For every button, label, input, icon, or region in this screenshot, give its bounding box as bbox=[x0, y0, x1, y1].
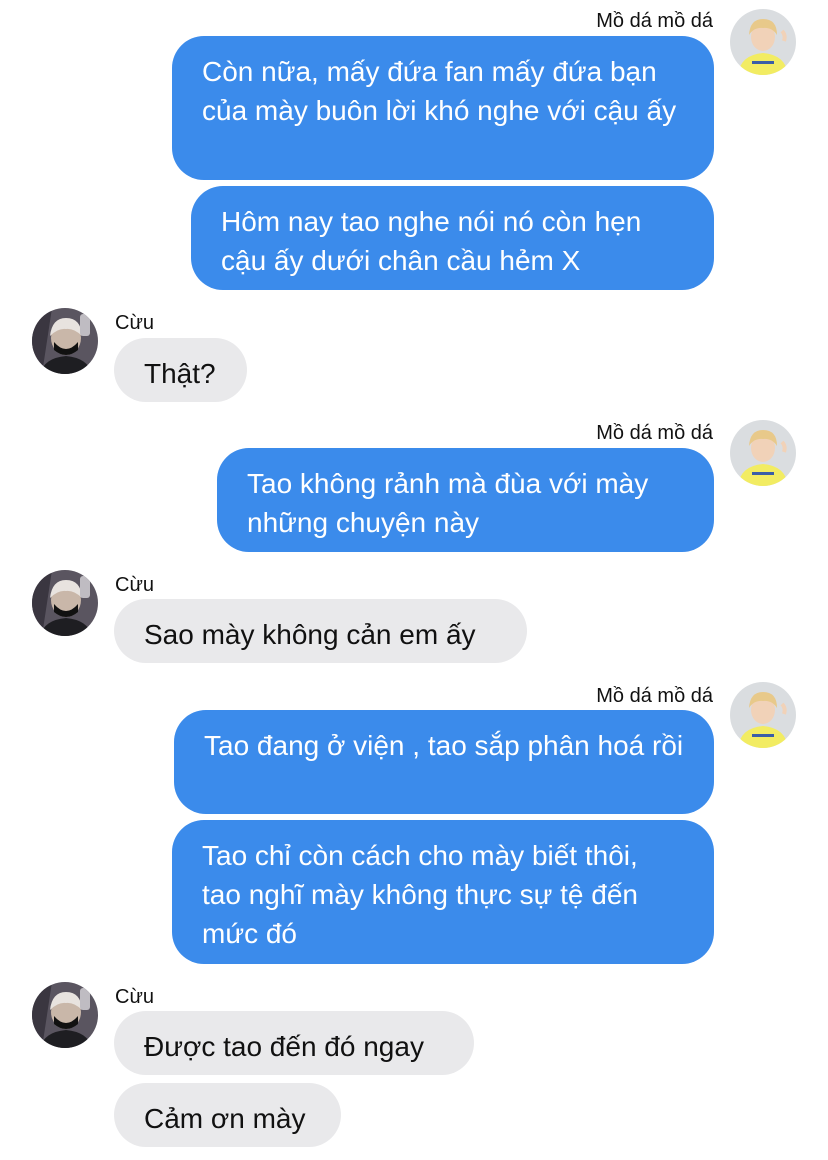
message-bubble-incoming[interactable]: Thật? bbox=[114, 338, 247, 402]
message-bubble-incoming[interactable]: Cảm ơn mày bbox=[114, 1083, 341, 1147]
user-avatar-dark-masked-icon[interactable] bbox=[32, 570, 98, 636]
message-bubble-outgoing[interactable]: Tao không rảnh mà đùa với mày những chuy… bbox=[217, 448, 714, 552]
message-bubble-outgoing[interactable]: Tao đang ở viện , tao sắp phân hoá rồi bbox=[174, 710, 714, 814]
message-bubble-outgoing[interactable]: Hôm nay tao nghe nói nó còn hẹn cậu ấy d… bbox=[191, 186, 714, 290]
message-bubble-incoming[interactable]: Sao mày không cản em ấy bbox=[114, 599, 527, 663]
message-bubble-outgoing[interactable]: Còn nữa, mấy đứa fan mấy đứa bạn của mày… bbox=[172, 36, 714, 180]
sender-name: Cừu bbox=[115, 312, 154, 334]
sender-name: Cừu bbox=[115, 574, 154, 596]
sender-name: Mồ dá mồ dá bbox=[596, 10, 713, 32]
user-avatar-dark-masked-icon[interactable] bbox=[32, 308, 98, 374]
message-bubble-outgoing[interactable]: Tao chỉ còn cách cho mày biết thôi, tao … bbox=[172, 820, 714, 964]
sender-name: Mồ dá mồ dá bbox=[596, 685, 713, 707]
user-avatar-blond-yellow-shirt-icon[interactable] bbox=[730, 420, 796, 486]
sender-name: Cừu bbox=[115, 986, 154, 1008]
user-avatar-blond-yellow-shirt-icon[interactable] bbox=[730, 682, 796, 748]
message-bubble-incoming[interactable]: Được tao đến đó ngay bbox=[114, 1011, 474, 1075]
user-avatar-dark-masked-icon[interactable] bbox=[32, 982, 98, 1048]
sender-name: Mồ dá mồ dá bbox=[596, 422, 713, 444]
user-avatar-blond-yellow-shirt-icon[interactable] bbox=[730, 9, 796, 75]
